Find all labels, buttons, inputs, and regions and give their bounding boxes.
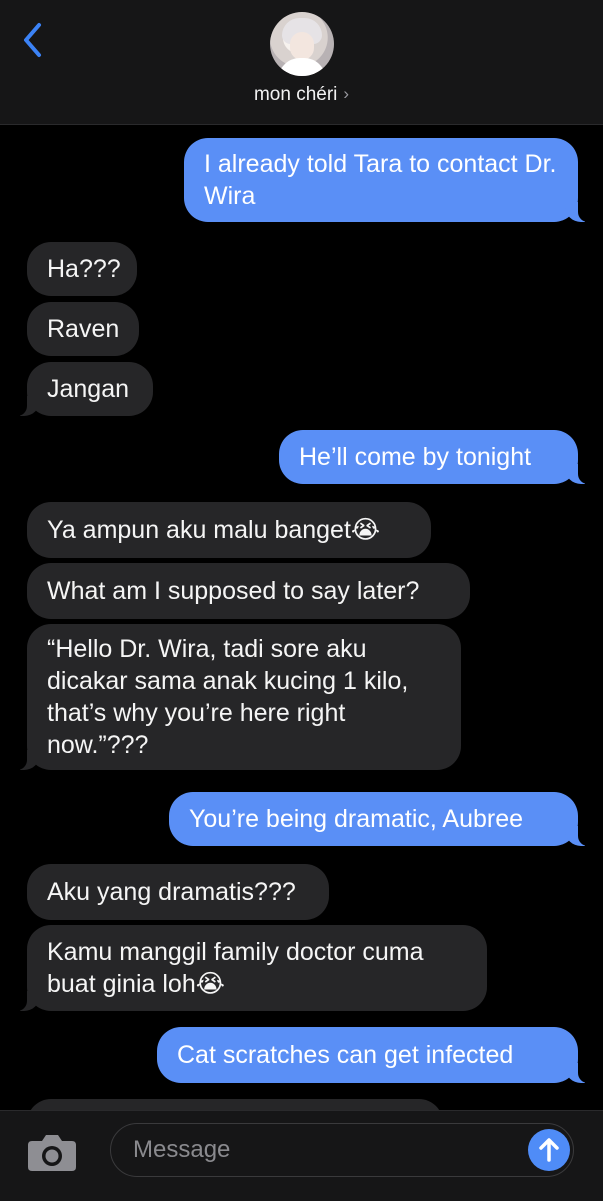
message-text: Aku yang dramatis??? [47,878,296,906]
message-text: You’re being dramatic, Aubree [189,805,524,833]
message-thread[interactable]: I already told Tara to contact Dr. Wira … [0,124,603,1110]
conversation-header: mon chéri › [0,0,603,125]
contact-name-label: mon chéri [253,84,338,105]
message-bubble-incoming[interactable]: Ha??? [27,242,137,296]
message-bubble-incoming[interactable]: Raven [27,302,139,356]
message-bubble-incoming[interactable] [27,1099,443,1110]
message-text: Cat scratches can get infected [177,1041,514,1069]
chevron-left-icon [24,23,41,57]
message-bubble-outgoing[interactable]: You’re being dramatic, Aubree [169,792,594,846]
back-button[interactable] [14,18,50,62]
chevron-right-icon: › [343,84,350,103]
message-text: Ha??? [47,255,121,283]
contact-name[interactable]: mon chéri › [0,84,603,106]
compose-bar [0,1110,603,1201]
message-bubble-outgoing[interactable]: Cat scratches can get infected [157,1027,594,1083]
message-text: Raven [47,315,120,343]
camera-icon [28,1135,76,1171]
message-bubble-incoming[interactable]: Aku yang dramatis??? [27,864,329,920]
message-text: Ya ampun aku malu banget😭 [47,516,381,544]
message-text: Jangan [47,375,130,403]
message-bubble-incoming[interactable]: Jangan [11,362,153,416]
message-bubble-incoming[interactable]: Ya ampun aku malu banget😭 [27,502,431,558]
message-bubble-outgoing[interactable]: He’ll come by tonight [279,430,594,484]
message-input[interactable] [110,1123,574,1177]
message-text: What am I supposed to say later? [47,577,420,605]
send-arrow-icon [539,1138,559,1162]
message-bubble-outgoing[interactable]: I already told Tara to contact Dr. Wira [184,138,594,222]
message-text: I already told Tara to contact Dr. Wira [204,150,557,210]
message-bubble-incoming[interactable]: What am I supposed to say later? [27,563,470,619]
send-button[interactable] [528,1129,570,1171]
message-bubble-incoming[interactable]: “Hello Dr. Wira, tadi sore aku dicakar s… [11,624,461,770]
camera-button[interactable] [26,1131,78,1173]
message-text: “Hello Dr. Wira, tadi sore aku dicakar s… [47,635,409,759]
avatar[interactable] [270,12,334,76]
message-text: He’ll come by tonight [299,443,532,471]
message-bubble-incoming[interactable]: Kamu manggil family doctor cuma buat gin… [11,925,487,1011]
message-text: Kamu manggil family doctor cuma buat gin… [47,938,424,998]
